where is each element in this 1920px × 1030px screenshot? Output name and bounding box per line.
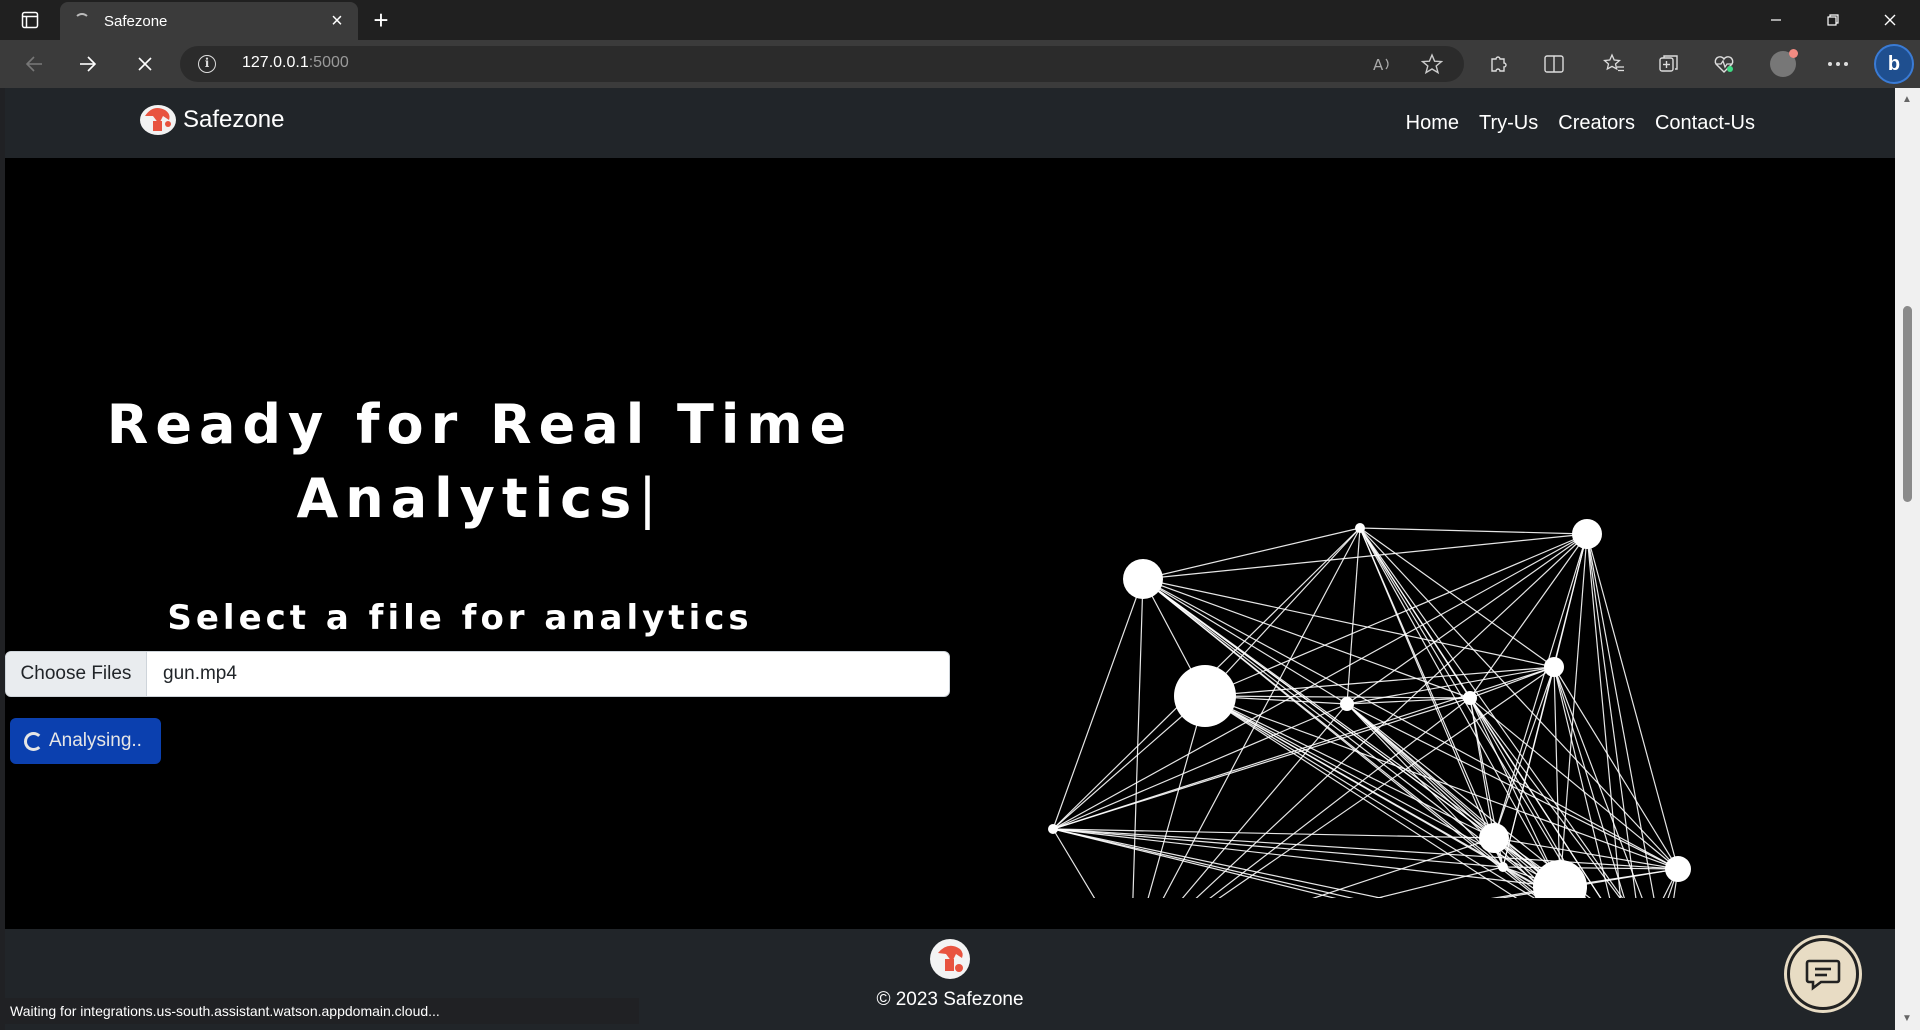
footer-logo-icon [930,939,970,979]
brand[interactable]: Safezone [139,104,284,136]
page-scrollbar[interactable]: ▲ ▼ [1895,88,1920,1030]
network-node [1544,657,1564,677]
network-node [1665,856,1691,882]
nav-link-contact-us[interactable]: Contact-Us [1655,112,1755,135]
bing-copilot-icon[interactable]: b [1874,44,1914,84]
chat-assistant-button[interactable] [1787,938,1859,1010]
scroll-down-arrow-icon[interactable]: ▼ [1902,1013,1912,1024]
favorites-icon[interactable] [1596,48,1632,80]
browser-essentials-icon[interactable] [1706,48,1742,80]
hero-headline: Ready for Real Time Analytics| [105,388,855,536]
scroll-up-arrow-icon[interactable]: ▲ [1902,94,1912,105]
nav-link-try-us[interactable]: Try-Us [1479,112,1538,135]
analyse-button[interactable]: Analysing.. [10,718,161,764]
split-screen-icon[interactable] [1536,48,1572,80]
url-text[interactable]: 127.0.0.1:5000 [242,54,349,72]
close-window-icon[interactable] [1870,6,1910,34]
collections-icon[interactable] [1651,48,1687,80]
read-aloud-icon[interactable]: A [1370,52,1396,76]
network-node [1463,691,1477,705]
browser-tab-bar: Safezone × + [0,0,1920,40]
network-edge [1209,697,1471,898]
forward-arrow-icon[interactable] [70,48,106,80]
network-node [1479,823,1509,853]
network-edge [1052,828,1504,868]
network-node [1340,697,1354,711]
svg-text:A: A [1373,56,1384,74]
analyse-button-label: Analysing.. [49,730,142,751]
network-node [1174,665,1236,727]
headline-line-1: Ready for Real Time [106,393,854,456]
network-edge [1498,868,1679,898]
file-input[interactable]: Choose Files gun.mp4 [5,651,950,697]
upload-heading: Select a file for analytics [167,598,753,638]
tab-actions-icon[interactable] [12,8,48,32]
spinner-icon [24,731,43,751]
extensions-icon[interactable] [1480,48,1516,80]
more-options-icon[interactable] [1820,48,1856,80]
browser-tab[interactable]: Safezone × [60,2,358,40]
page-viewport: Safezone Home Try-Us Creators Contact-Us… [5,88,1895,1030]
typing-cursor: | [638,467,664,530]
network-edge [1052,578,1144,830]
particle-network-graphic [1048,519,1691,898]
new-tab-icon[interactable]: + [366,5,396,35]
network-node [1572,519,1602,549]
chat-bubble-icon [1805,959,1841,991]
safezone-logo-icon [140,105,176,135]
network-edge [1142,578,1679,870]
minimize-icon[interactable] [1756,6,1796,34]
network-edge [1359,527,1624,898]
restore-icon[interactable] [1813,6,1853,34]
headline-line-2: Analytics| [296,467,664,530]
back-arrow-icon[interactable] [16,48,52,80]
address-bar[interactable]: i 127.0.0.1:5000 A [180,46,1464,82]
selected-file-name: gun.mp4 [163,663,237,684]
network-node [1355,523,1365,533]
network-edge [1142,527,1361,580]
network-edge [1204,695,1495,839]
loading-spinner-icon [74,13,90,29]
favorite-star-icon[interactable] [1419,52,1445,76]
nav-link-creators[interactable]: Creators [1558,112,1635,135]
stop-loading-icon[interactable] [127,48,163,80]
site-navbar: Safezone Home Try-Us Creators Contact-Us [5,88,1895,158]
network-edge [1359,527,1679,870]
site-info-icon[interactable]: i [198,55,216,73]
network-edge [1147,695,1206,898]
network-node [1123,559,1163,599]
network-edge [1346,527,1361,705]
hero-section: Ready for Real Time Analytics| Select a … [5,158,1895,929]
profile-avatar-icon[interactable] [1765,48,1801,80]
network-node [1048,824,1058,834]
nav-links: Home Try-Us Creators Contact-Us [1406,112,1755,135]
network-node [1498,862,1508,872]
choose-files-button[interactable]: Choose Files [6,652,147,696]
brand-name: Safezone [183,106,285,133]
network-edge [1204,527,1361,697]
browser-status-bar: Waiting for integrations.us-south.assist… [5,998,639,1024]
network-edge [1052,828,1096,898]
nav-link-home[interactable]: Home [1406,112,1459,135]
close-tab-icon[interactable]: × [326,10,348,32]
browser-toolbar: i 127.0.0.1:5000 A b [0,40,1920,88]
tab-title: Safezone [104,13,168,30]
network-edge [1359,527,1588,535]
scrollbar-thumb[interactable] [1903,306,1912,502]
